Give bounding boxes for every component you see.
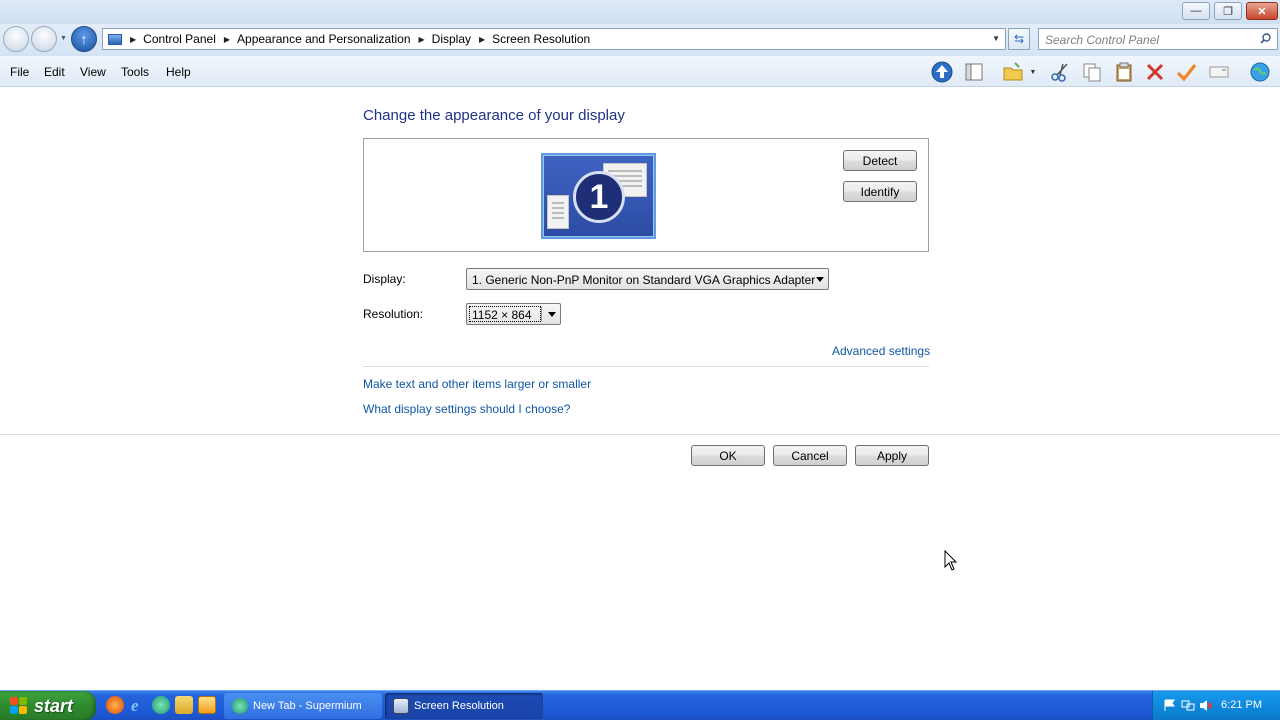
- breadcrumb-separator-icon[interactable]: ▶: [224, 35, 230, 44]
- check-icon[interactable]: [1175, 61, 1197, 83]
- control-panel-icon: [108, 33, 122, 45]
- select-separator: [541, 307, 542, 321]
- menu-file[interactable]: File: [10, 65, 29, 79]
- divider: [363, 366, 929, 367]
- minimize-button[interactable]: —: [1182, 2, 1210, 20]
- supermium-icon[interactable]: [152, 696, 170, 714]
- apply-button[interactable]: Apply: [855, 445, 929, 466]
- minimize-icon: —: [1190, 5, 1202, 17]
- maximize-icon: ❐: [1223, 5, 1233, 18]
- copy-icon[interactable]: [1081, 61, 1103, 83]
- taskbar-item-supermium[interactable]: New Tab - Supermium: [224, 693, 382, 719]
- address-dropdown-icon[interactable]: ▼: [992, 34, 1000, 43]
- search-icon[interactable]: [1260, 33, 1271, 44]
- up-button[interactable]: ↑: [71, 26, 97, 52]
- page-title: Change the appearance of your display: [363, 107, 625, 124]
- supermium-icon: [232, 698, 248, 714]
- panel-icon[interactable]: [963, 61, 985, 83]
- menu-tools[interactable]: Tools: [121, 65, 149, 79]
- refresh-button[interactable]: ⇆: [1008, 28, 1030, 50]
- taskbar-item-label: Screen Resolution: [414, 700, 504, 712]
- resolution-select-value: 1152 × 864: [469, 306, 541, 322]
- breadcrumb-screen-resolution[interactable]: Screen Resolution: [492, 32, 590, 46]
- display-help-link[interactable]: What display settings should I choose?: [363, 402, 570, 416]
- menu-bar: File Edit View Tools Help ▼: [0, 56, 1280, 87]
- network-icon[interactable]: [1181, 699, 1195, 712]
- monitor-number: 1: [573, 171, 625, 223]
- mouse-cursor-icon: [944, 550, 958, 571]
- detect-button[interactable]: Detect: [843, 150, 917, 171]
- volume-muted-icon[interactable]: [1199, 699, 1213, 712]
- breadcrumb-display[interactable]: Display: [432, 32, 471, 46]
- breadcrumb-control-panel[interactable]: Control Panel: [143, 32, 216, 46]
- text-size-link[interactable]: Make text and other items larger or smal…: [363, 377, 591, 391]
- close-icon: ✕: [1257, 5, 1267, 18]
- taskbar-item-label: New Tab - Supermium: [253, 700, 362, 712]
- ie-icon[interactable]: e: [129, 696, 147, 715]
- menu-edit[interactable]: Edit: [44, 65, 65, 79]
- system-tray: 6:21 PM: [1152, 691, 1280, 720]
- cancel-button[interactable]: Cancel: [773, 445, 847, 466]
- forward-button[interactable]: [31, 26, 57, 52]
- delete-icon[interactable]: [1144, 61, 1166, 83]
- desktop-window-preview: [547, 195, 569, 229]
- firefox-icon[interactable]: [106, 696, 124, 714]
- rename-icon[interactable]: [1208, 61, 1230, 83]
- menu-help[interactable]: Help: [166, 65, 191, 79]
- svg-text:e: e: [131, 696, 139, 714]
- chevron-down-icon: [548, 312, 556, 317]
- resolution-select[interactable]: 1152 × 864: [466, 303, 561, 325]
- breadcrumb-separator-icon[interactable]: ▶: [419, 35, 425, 44]
- explorer-icon[interactable]: [175, 696, 193, 714]
- ok-button[interactable]: OK: [691, 445, 765, 466]
- display-select[interactable]: 1. Generic Non-PnP Monitor on Standard V…: [466, 268, 829, 290]
- address-bar: ▼ ↑ ▶ Control Panel ▶ Appearance and Per…: [0, 24, 1280, 56]
- window-titlebar: — ❐ ✕: [0, 0, 1280, 24]
- breadcrumb-separator-icon[interactable]: ▶: [130, 35, 136, 44]
- search-box[interactable]: [1038, 28, 1278, 50]
- monitor-panel: 1 Detect Identify: [363, 138, 929, 252]
- breadcrumb-appearance[interactable]: Appearance and Personalization: [237, 32, 410, 46]
- taskbar-item-screen-resolution[interactable]: Screen Resolution: [385, 693, 543, 719]
- breadcrumb-separator-icon[interactable]: ▶: [479, 35, 485, 44]
- monitor-1-thumbnail[interactable]: 1: [541, 153, 656, 239]
- breadcrumb[interactable]: ▶ Control Panel ▶ Appearance and Persona…: [102, 28, 1006, 50]
- refresh-icon: ⇆: [1013, 32, 1025, 46]
- flag-icon[interactable]: [1163, 699, 1177, 712]
- divider: [0, 434, 1280, 435]
- globe-icon[interactable]: [1249, 61, 1271, 83]
- close-button[interactable]: ✕: [1246, 2, 1278, 20]
- paste-icon[interactable]: [1113, 61, 1135, 83]
- chevron-down-icon: [816, 277, 824, 282]
- folder-icon[interactable]: [1002, 61, 1024, 83]
- back-button[interactable]: [3, 26, 29, 52]
- windows-logo-icon: [10, 697, 28, 715]
- up-arrow-icon[interactable]: [931, 61, 953, 83]
- taskbar: start e New Tab - Supermium Screen Resol…: [0, 690, 1280, 720]
- recent-pages-dropdown[interactable]: ▼: [60, 35, 67, 42]
- start-label: start: [34, 695, 74, 716]
- display-label: Display:: [363, 272, 406, 286]
- resolution-label: Resolution:: [363, 307, 424, 321]
- folder-dropdown-icon[interactable]: ▼: [1026, 61, 1040, 83]
- display-select-value: 1. Generic Non-PnP Monitor on Standard V…: [472, 273, 816, 287]
- up-arrow-icon: ↑: [80, 31, 88, 47]
- advanced-settings-link[interactable]: Advanced settings: [832, 344, 930, 358]
- search-input[interactable]: [1045, 32, 1251, 47]
- media-icon[interactable]: [198, 696, 216, 714]
- clock[interactable]: 6:21 PM: [1221, 699, 1262, 711]
- display-icon: [393, 698, 409, 714]
- start-button[interactable]: start: [0, 691, 96, 720]
- identify-button[interactable]: Identify: [843, 181, 917, 202]
- cut-icon[interactable]: [1049, 61, 1071, 83]
- menu-view[interactable]: View: [80, 65, 106, 79]
- maximize-button[interactable]: ❐: [1214, 2, 1242, 20]
